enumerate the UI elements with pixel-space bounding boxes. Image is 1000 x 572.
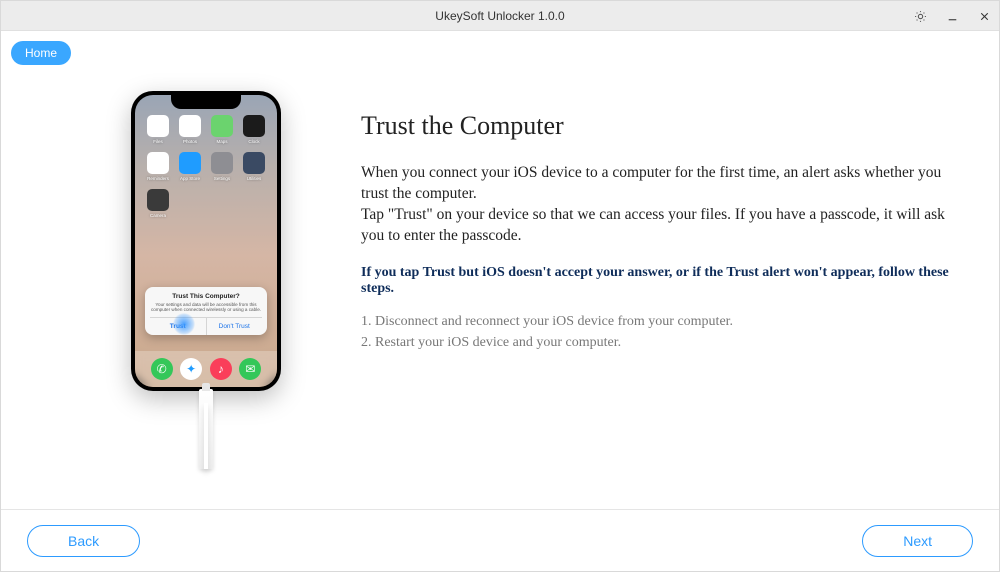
music-icon: ♪ xyxy=(210,358,232,380)
instruction-paragraph-2: Tap "Trust" on your device so that we ca… xyxy=(361,205,969,247)
iphone-screen: FilesPhotosMapsClock RemindersApp StoreSe… xyxy=(135,95,277,387)
app-window: UkeySoft Unlocker 1.0.0 Home FilesPhotos… xyxy=(0,0,1000,572)
close-button[interactable] xyxy=(973,5,995,27)
app-icon-photos: Photos xyxy=(177,115,203,144)
gear-icon xyxy=(914,10,927,23)
instructions-column: Trust the Computer When you connect your… xyxy=(351,91,969,509)
minimize-button[interactable] xyxy=(941,5,963,27)
app-icon-maps: Maps xyxy=(209,115,235,144)
page-heading: Trust the Computer xyxy=(361,111,969,141)
window-title: UkeySoft Unlocker 1.0.0 xyxy=(435,9,564,23)
minimize-icon xyxy=(946,10,959,23)
app-icon-app-store: App Store xyxy=(177,152,203,181)
home-button[interactable]: Home xyxy=(11,41,71,65)
trust-dialog-overlay: Trust This Computer? Your settings and d… xyxy=(135,287,277,335)
app-icon-utilities: Utilities xyxy=(241,152,267,181)
settings-button[interactable] xyxy=(909,5,931,27)
dialog-message: Your settings and data will be accessibl… xyxy=(150,302,262,313)
footer: Back Next xyxy=(1,509,999,571)
iphone-mockup: FilesPhotosMapsClock RemindersApp StoreSe… xyxy=(131,91,281,391)
app-icon-settings: Settings xyxy=(209,152,235,181)
window-controls xyxy=(909,1,995,31)
usb-cable-icon xyxy=(199,389,213,469)
app-icon-files: Files xyxy=(145,115,171,144)
phone-with-cable: FilesPhotosMapsClock RemindersApp StoreSe… xyxy=(131,91,281,469)
home-screen-apps: FilesPhotosMapsClock RemindersApp StoreSe… xyxy=(135,95,277,222)
phone-icon: ✆ xyxy=(151,358,173,380)
troubleshoot-note: If you tap Trust but iOS doesn't accept … xyxy=(361,265,969,297)
dialog-dont-trust-button: Don't Trust xyxy=(206,318,263,335)
dialog-title: Trust This Computer? xyxy=(150,293,262,300)
titlebar: UkeySoft Unlocker 1.0.0 xyxy=(1,1,999,31)
instruction-paragraph-1: When you connect your iOS device to a co… xyxy=(361,163,969,205)
iphone-dock: ✆ ✦ ♪ ✉ xyxy=(135,351,277,387)
content-area: FilesPhotosMapsClock RemindersApp StoreSe… xyxy=(1,31,999,509)
iphone-notch xyxy=(171,95,241,109)
trust-dialog: Trust This Computer? Your settings and d… xyxy=(145,287,267,335)
messages-icon: ✉ xyxy=(239,358,261,380)
troubleshoot-step-1: 1. Disconnect and reconnect your iOS dev… xyxy=(361,311,969,332)
close-icon xyxy=(978,10,991,23)
app-icon-reminders: Reminders xyxy=(145,152,171,181)
next-button[interactable]: Next xyxy=(862,525,973,557)
troubleshoot-step-2: 2. Restart your iOS device and your comp… xyxy=(361,332,969,353)
touch-indicator-icon xyxy=(173,313,195,335)
dialog-buttons: Trust Don't Trust xyxy=(150,317,262,335)
app-icon-camera: Camera xyxy=(145,189,171,218)
app-icon-clock: Clock xyxy=(241,115,267,144)
safari-icon: ✦ xyxy=(180,358,202,380)
illustration-column: FilesPhotosMapsClock RemindersApp StoreSe… xyxy=(61,91,351,509)
back-button[interactable]: Back xyxy=(27,525,140,557)
